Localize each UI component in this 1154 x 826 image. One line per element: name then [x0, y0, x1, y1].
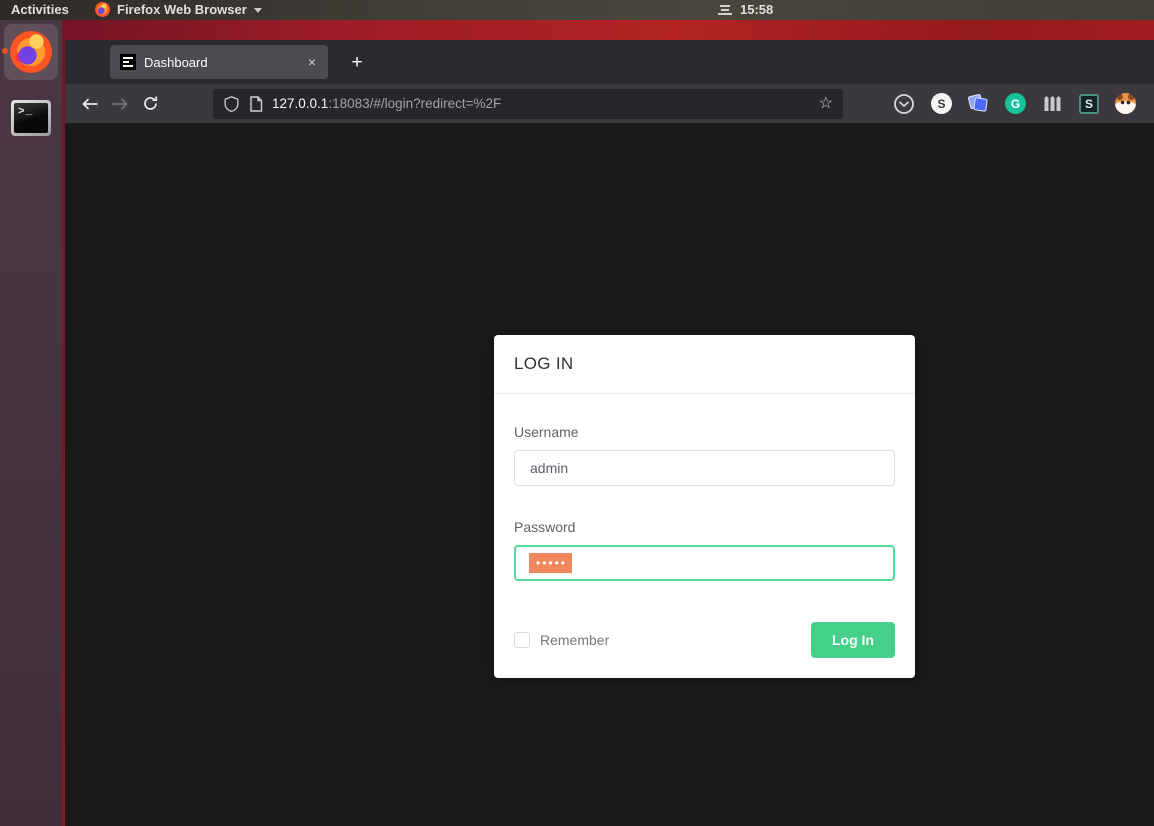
url-host: 127.0.0.1 [272, 96, 329, 111]
weekday-icon [718, 4, 732, 15]
clock-menu-button[interactable]: 15:58 [718, 2, 773, 17]
forward-button[interactable] [105, 89, 135, 119]
extension-icons-row: S G S [893, 93, 1136, 115]
new-tab-button[interactable]: + [342, 48, 372, 78]
firefox-window: Dashboard × + 127.0.0.1:18083/#/login?re… [65, 40, 1154, 826]
remember-label: Remember [540, 632, 610, 648]
gnome-top-bar: Activities Firefox Web Browser 15:58 [0, 0, 1154, 20]
dock: >_ [0, 20, 62, 826]
username-group: Username [514, 424, 895, 486]
navigation-toolbar: 127.0.0.1:18083/#/login?redirect=%2F ☆ S [65, 84, 1154, 124]
tab-dashboard[interactable]: Dashboard × [110, 45, 328, 79]
grammarly-letter: G [1010, 96, 1021, 111]
tab-bar: Dashboard × + [65, 40, 1154, 84]
reload-icon [143, 96, 157, 110]
fence-extension-icon[interactable] [1042, 94, 1063, 113]
firefox-icon [10, 31, 52, 73]
running-indicator-dot [2, 48, 8, 54]
blue-square-front [973, 97, 988, 112]
login-card-title: LOG IN [494, 335, 915, 394]
password-group: Password ••••• [514, 519, 895, 581]
pocket-icon[interactable] [893, 93, 915, 115]
page-info-icon[interactable] [249, 95, 263, 112]
desktop-screen: Activities Firefox Web Browser 15:58 >_ … [0, 0, 1154, 826]
s-extension-icon[interactable]: S [931, 93, 952, 114]
app-menu-label: Firefox Web Browser [117, 2, 247, 17]
dock-item-terminal[interactable]: >_ [4, 90, 58, 146]
remember-checkbox[interactable] [514, 632, 530, 648]
login-form: Username Password ••••• Remember Log In [494, 394, 915, 678]
login-card: LOG IN Username Password ••••• [494, 335, 915, 678]
page-content: LOG IN Username Password ••••• [65, 124, 1154, 826]
url-bar[interactable]: 127.0.0.1:18083/#/login?redirect=%2F ☆ [213, 88, 843, 119]
chevron-down-icon [253, 7, 262, 13]
tab-title: Dashboard [144, 54, 208, 70]
terminal-icon: >_ [11, 100, 51, 136]
stylus-letter: S [1084, 96, 1093, 111]
copy-pages-extension-icon[interactable] [967, 93, 989, 114]
shield-icon[interactable] [223, 95, 240, 113]
stylus-extension-icon[interactable]: S [1079, 93, 1099, 114]
terminal-icon-glyph: >_ [14, 103, 48, 133]
grammarly-extension-icon[interactable]: G [1005, 93, 1026, 114]
s-extension-letter: S [937, 96, 946, 111]
password-label: Password [514, 519, 576, 535]
bookmark-star-icon[interactable]: ☆ [819, 95, 833, 112]
login-button[interactable]: Log In [811, 622, 895, 658]
firefox-icon [95, 2, 110, 17]
back-button[interactable] [75, 89, 105, 119]
username-label: Username [514, 424, 579, 440]
password-masked-selection: ••••• [529, 553, 573, 573]
url-text[interactable]: 127.0.0.1:18083/#/login?redirect=%2F [272, 96, 810, 111]
privacy-badger-extension-icon[interactable] [1115, 93, 1136, 114]
clock-time: 15:58 [740, 2, 774, 17]
site-favicon [120, 54, 136, 70]
app-menu-button[interactable]: Firefox Web Browser [95, 2, 262, 17]
reload-button[interactable] [135, 89, 165, 119]
login-actions-row: Remember Log In [514, 622, 895, 658]
password-input[interactable]: ••••• [514, 545, 895, 581]
dock-item-firefox[interactable] [2, 24, 58, 80]
activities-button[interactable]: Activities [11, 2, 69, 17]
tab-close-button[interactable]: × [302, 52, 322, 72]
back-arrow-icon [82, 97, 98, 110]
username-input[interactable] [514, 450, 895, 486]
url-path: :18083/#/login?redirect=%2F [328, 96, 502, 111]
forward-arrow-icon [112, 97, 128, 110]
